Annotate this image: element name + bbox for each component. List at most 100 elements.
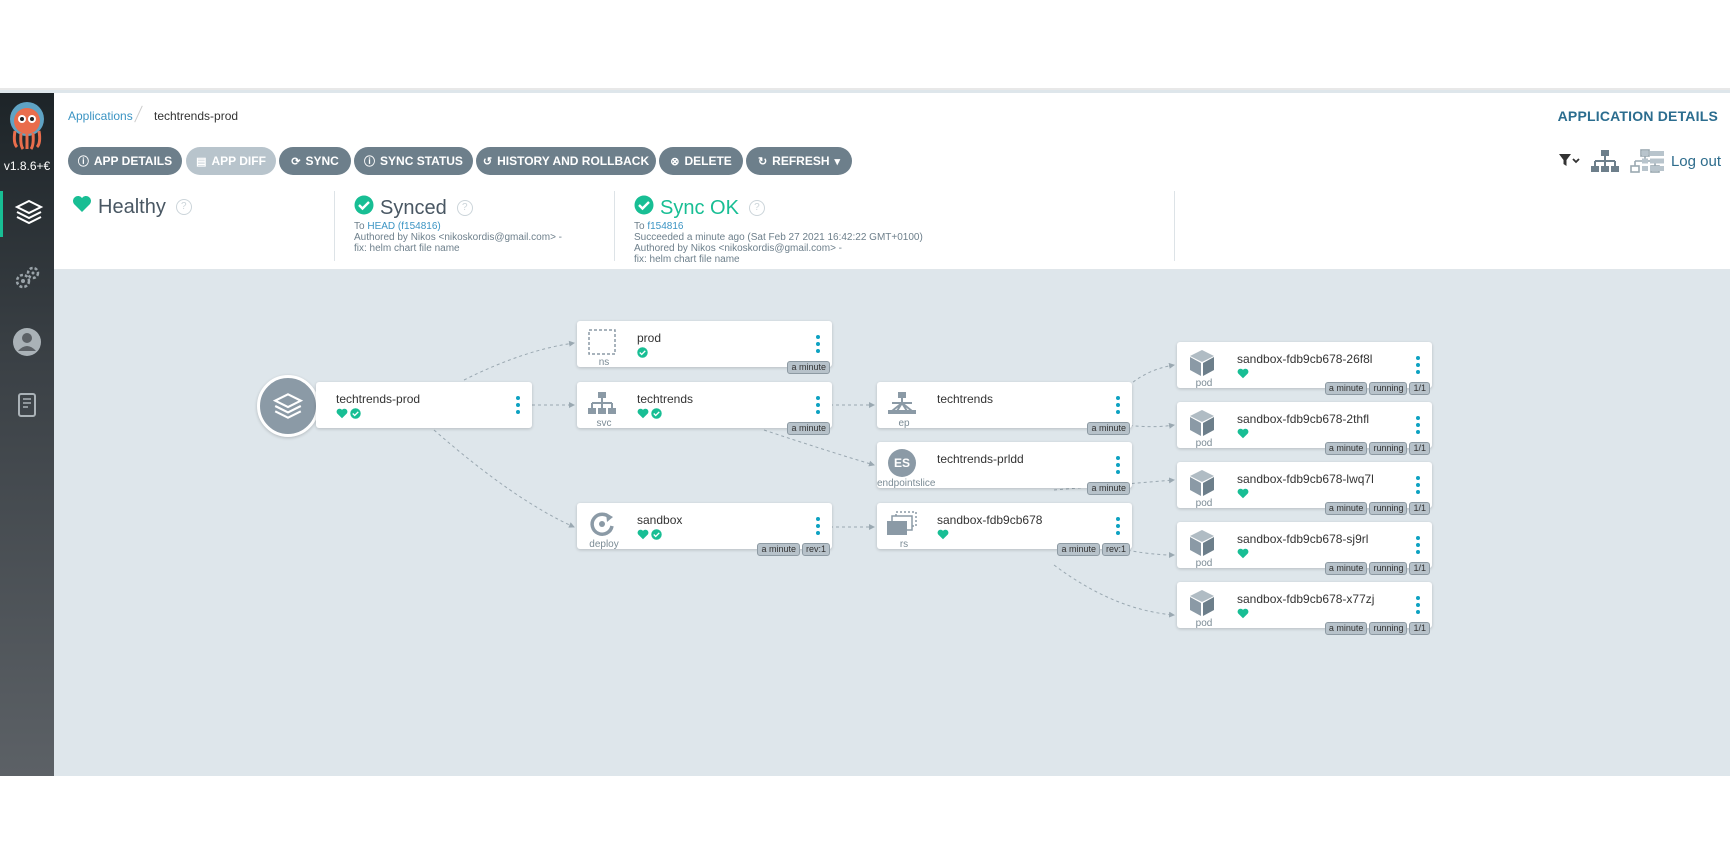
age-tag: a minute — [1087, 422, 1130, 435]
filter-icon[interactable] — [1558, 152, 1582, 175]
node-name: sandbox-fdb9cb678 — [937, 513, 1043, 527]
node-name: techtrends — [637, 392, 694, 406]
age-tag: a minute — [1324, 622, 1368, 635]
operation-status: Sync OK ? — [634, 195, 765, 221]
resource-node-endpointslice[interactable]: ES endpointslice techtrends-prldd a minu… — [877, 442, 1132, 495]
sync-status-button[interactable]: ⓘ SYNC STATUS — [354, 147, 473, 175]
nav-docs[interactable] — [0, 384, 54, 430]
node-menu-button[interactable] — [1116, 517, 1120, 535]
sync-revision-link[interactable]: HEAD (f154816) — [367, 221, 440, 232]
sync-target: To HEAD (f154816) — [354, 221, 441, 232]
sync-status-label: SYNC STATUS — [380, 154, 463, 168]
node-name: sandbox — [637, 513, 683, 527]
node-menu-button[interactable] — [1116, 396, 1120, 414]
app-details-button[interactable]: ⓘ APP DETAILS — [68, 147, 182, 175]
app-diff-button[interactable]: ▤ APP DIFF — [186, 147, 276, 175]
help-icon[interactable]: ? — [748, 200, 765, 216]
history-icon: ↺ — [482, 155, 493, 168]
node-name: sandbox-fdb9cb678-x77zj — [1237, 592, 1375, 606]
help-icon[interactable]: ? — [456, 200, 473, 216]
check-circle-icon — [637, 345, 648, 363]
age-tag: a minute — [1057, 543, 1100, 556]
breadcrumb-separator — [134, 105, 143, 123]
node-menu-button[interactable] — [1416, 536, 1420, 554]
age-tag: a minute — [1324, 442, 1368, 455]
heart-icon — [336, 406, 348, 424]
resource-node-ep[interactable]: ep techtrends a minute — [877, 382, 1132, 435]
operation-label: Sync OK — [660, 196, 739, 219]
app-node[interactable]: techtrends-prod — [316, 382, 532, 428]
resource-node-svc[interactable]: svc techtrends a minute — [577, 382, 832, 435]
heart-icon — [1237, 546, 1249, 564]
node-menu-button[interactable] — [1416, 416, 1420, 434]
resource-node-pod[interactable]: pod sandbox-fdb9cb678-sj9rl a minute runn… — [1177, 522, 1432, 575]
node-name: techtrends — [937, 392, 994, 406]
tree-view-icon[interactable] — [1590, 149, 1620, 178]
namespace-icon — [585, 327, 619, 357]
node-status — [1237, 486, 1249, 504]
resource-node-pod[interactable]: pod sandbox-fdb9cb678-26f8l a minute runn… — [1177, 342, 1432, 395]
layers-icon — [14, 197, 44, 232]
age-tag: a minute — [1324, 502, 1368, 515]
node-menu-button[interactable] — [816, 396, 820, 414]
node-menu-button[interactable] — [816, 517, 820, 535]
node-status — [637, 406, 662, 424]
logout-link[interactable]: Log out — [1671, 153, 1721, 170]
health-status: Healthy ? — [72, 195, 192, 219]
revision-tag: rev:1 — [1101, 543, 1130, 556]
node-kind: rs — [899, 539, 909, 550]
heart-icon — [1237, 606, 1249, 624]
revision-tag: rev:1 — [801, 543, 830, 556]
node-status — [937, 527, 949, 545]
node-status — [637, 527, 662, 545]
node-name: prod — [637, 331, 662, 345]
node-name: techtrends-prldd — [937, 452, 1024, 466]
resource-node-pod[interactable]: pod sandbox-fdb9cb678-lwq7l a minute runn… — [1177, 462, 1432, 515]
user-icon — [12, 327, 42, 362]
resource-node-deploy[interactable]: deploy sandbox a minute rev:1 — [577, 503, 832, 556]
pod-icon — [1185, 528, 1219, 558]
age-tag: a minute — [787, 422, 830, 435]
nav-applications[interactable] — [0, 191, 54, 237]
phase-tag: running — [1369, 382, 1408, 395]
delete-button[interactable]: ⊗ DELETE — [659, 147, 743, 175]
heart-icon — [1237, 426, 1249, 444]
node-kind: endpointslice — [877, 478, 936, 489]
app-node-icon[interactable] — [257, 375, 319, 437]
nav-settings[interactable] — [0, 258, 54, 304]
refresh-button[interactable]: ↻ REFRESH ▾ — [746, 147, 852, 175]
resource-node-pod[interactable]: pod sandbox-fdb9cb678-2thfl a minute runn… — [1177, 402, 1432, 455]
argo-logo-icon[interactable] — [5, 99, 49, 151]
sync-status: Synced ? — [354, 195, 473, 221]
node-kind: pod — [1195, 378, 1213, 389]
toolbar: ⓘ APP DETAILS ▤ APP DIFF ⟳ SYNC ⓘ SYNC STATU… — [54, 139, 1730, 185]
history-rollback-button[interactable]: ↺ HISTORY AND ROLLBACK — [476, 147, 656, 175]
replicaset-icon — [885, 509, 919, 539]
operation-revision-link[interactable]: f154816 — [647, 221, 683, 232]
check-circle-icon — [354, 195, 374, 221]
nav-user-info[interactable] — [0, 321, 54, 367]
node-menu-button[interactable] — [1416, 476, 1420, 494]
node-menu-button[interactable] — [1416, 596, 1420, 614]
help-icon[interactable]: ? — [175, 199, 192, 215]
node-menu-button[interactable] — [816, 335, 820, 353]
heart-icon — [937, 527, 949, 545]
resource-node-rs[interactable]: rs sandbox-fdb9cb678 a minute rev:1 — [877, 503, 1132, 556]
pod-icon — [1185, 408, 1219, 438]
divider — [614, 191, 615, 261]
node-name: techtrends-prod — [336, 392, 421, 406]
resource-node-ns[interactable]: ns prod a minute — [577, 321, 832, 374]
node-kind: ns — [598, 357, 610, 368]
node-menu-button[interactable] — [1116, 456, 1120, 474]
node-menu-button[interactable] — [1416, 356, 1420, 374]
list-view-icon[interactable] — [1641, 150, 1665, 177]
check-circle-icon — [350, 406, 361, 424]
ready-tag: 1/1 — [1409, 562, 1430, 575]
breadcrumb-applications[interactable]: Applications — [68, 109, 133, 123]
node-name: sandbox-fdb9cb678-26f8l — [1237, 352, 1373, 366]
node-kind: deploy — [589, 539, 619, 550]
resource-node-pod[interactable]: pod sandbox-fdb9cb678-x77zj a minute runn… — [1177, 582, 1432, 635]
info-icon: ⓘ — [77, 156, 89, 168]
node-menu-button[interactable] — [516, 396, 520, 414]
sync-button[interactable]: ⟳ SYNC — [279, 147, 351, 175]
